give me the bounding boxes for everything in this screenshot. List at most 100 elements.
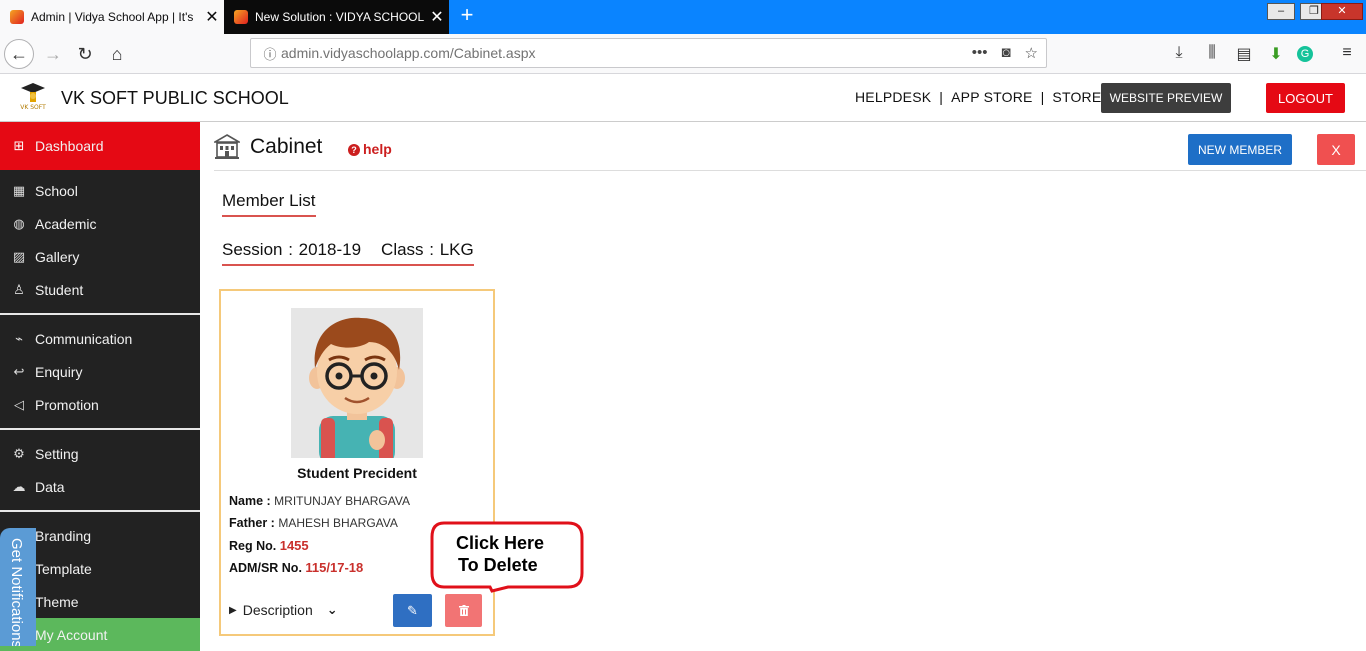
link-separator: | <box>1040 89 1045 105</box>
svg-text:VK SOFT: VK SOFT <box>20 104 46 111</box>
delete-button[interactable] <box>445 594 482 627</box>
member-name: MRITUNJAY BHARGAVA <box>274 494 410 508</box>
sidebar-divider <box>0 313 200 315</box>
sidebar-item-label: Dashboard <box>35 138 104 154</box>
bookmark-star-icon[interactable]: ☆ <box>1025 44 1038 62</box>
sidebar-item-enquiry[interactable]: ↩ Enquiry <box>0 355 200 388</box>
cloud-icon: ☁ <box>12 478 26 494</box>
close-tab-icon[interactable]: ✕ <box>425 7 449 27</box>
pocket-icon[interactable]: ◙ <box>1001 44 1010 62</box>
page-title: Cabinet <box>250 135 323 158</box>
sidebar-toggle-icon[interactable]: ▤ <box>1233 44 1255 64</box>
browser-tab-new-solution[interactable]: New Solution : VIDYA SCHOOL ✕ <box>224 0 449 34</box>
chevron-down-icon: ⌄ <box>326 602 338 617</box>
member-name-row: Name : MRITUNJAY BHARGAVA <box>229 494 410 508</box>
sidebar-item-label: Communication <box>35 330 133 347</box>
reg-no-row: Reg No. 1455 <box>229 538 309 553</box>
sidebar-item-dashboard[interactable]: ⊞ Dashboard <box>0 122 200 170</box>
new-tab-plus-icon[interactable]: + <box>455 4 479 28</box>
gear-icon: ⚙ <box>13 445 25 461</box>
image-icon: ▨ <box>12 248 26 264</box>
store-link[interactable]: STORE <box>1052 89 1101 105</box>
website-preview-button[interactable]: WEBSITE PREVIEW <box>1101 83 1231 113</box>
sidebar-item-label: Academic <box>35 215 97 232</box>
description-toggle[interactable]: ▶ Description ⌄ <box>229 602 338 618</box>
caret-right-icon: ▶ <box>229 604 237 616</box>
helpdesk-link[interactable]: HELPDESK <box>855 89 931 105</box>
sidebar-item-gallery[interactable]: ▨ Gallery <box>0 240 200 273</box>
help-link[interactable]: ? help <box>348 141 392 157</box>
sidebar-item-communication[interactable]: ⌁ Communication <box>0 322 200 355</box>
get-notifications-label: Get Notifications <box>8 538 25 646</box>
sidebar-item-setting[interactable]: ⚙ Setting <box>0 437 200 470</box>
dashboard-icon: ⊞ <box>13 138 25 153</box>
grammarly-icon[interactable]: G <box>1297 46 1313 62</box>
class-label: Class : LKG <box>381 240 474 259</box>
minimize-window-icon[interactable]: – <box>1267 3 1295 20</box>
edit-button[interactable]: ✎ <box>393 594 432 627</box>
tab-title: New Solution : VIDYA SCHOOL <box>255 10 425 24</box>
sidebar-item-promotion[interactable]: ◁ Promotion <box>0 388 200 421</box>
browser-tab-admin[interactable]: Admin | Vidya School App | It's ✕ <box>0 0 224 34</box>
menu-hamburger-icon[interactable]: ≡ <box>1336 44 1358 62</box>
get-notifications-tab[interactable]: Get Notifications <box>0 528 36 646</box>
top-links: HELPDESK | APP STORE | STORE <box>851 89 1105 105</box>
home-icon[interactable]: ⌂ <box>102 39 132 69</box>
browser-tab-strip: Admin | Vidya School App | It's ✕ New So… <box>0 0 1366 34</box>
sidebar-divider <box>0 428 200 430</box>
sidebar-item-label: Student <box>35 281 84 298</box>
click-to-delete-callout: Click Here To Delete <box>430 521 584 593</box>
title-divider <box>214 170 1366 171</box>
reply-icon: ↩ <box>13 363 25 379</box>
library-icon[interactable]: ⫼ <box>1201 44 1223 62</box>
new-member-button[interactable]: NEW MEMBER <box>1188 134 1292 165</box>
sidebar-item-label: Template <box>35 560 92 577</box>
callout-line-1: Click Here <box>456 533 545 553</box>
edit-icon: ✎ <box>407 602 418 618</box>
close-tab-icon[interactable]: ✕ <box>200 7 224 27</box>
page-actions-icon[interactable]: ••• <box>972 44 988 62</box>
megaphone-icon: ◁ <box>14 396 24 412</box>
father-label: Father : <box>229 516 275 530</box>
back-arrow-icon[interactable]: ← <box>4 39 34 69</box>
reg-number: 1455 <box>279 538 309 553</box>
name-label: Name : <box>229 494 271 508</box>
sidebar-item-label: Setting <box>35 445 79 462</box>
sidebar-item-data[interactable]: ☁ Data <box>0 470 200 503</box>
school-name: VK SOFT PUBLIC SCHOOL <box>61 88 289 108</box>
site-info-icon[interactable]: ⓘ <box>259 44 281 63</box>
main-content: Cabinet ? help NEW MEMBER X Member List S… <box>200 122 1366 646</box>
logout-button[interactable]: LOGOUT <box>1266 83 1345 113</box>
site-favicon-icon <box>10 10 24 24</box>
description-label: Description <box>242 602 313 618</box>
sidebar-item-student[interactable]: ♙ Student <box>0 273 200 306</box>
close-window-icon[interactable]: ✕ <box>1321 3 1363 20</box>
sidebar-item-label: Enquiry <box>35 363 83 380</box>
father-name: MAHESH BHARGAVA <box>278 516 398 530</box>
url-bar[interactable]: ⓘ admin.vidyaschoolapp.com/Cabinet.aspx … <box>250 38 1047 68</box>
browser-nav-bar: ← → ↻ ⌂ ⓘ admin.vidyaschoolapp.com/Cabin… <box>0 34 1366 74</box>
student-icon: ♙ <box>13 281 25 297</box>
url-path: /Cabinet.aspx <box>449 45 536 61</box>
adm-no-row: ADM/SR No. 115/17-18 <box>229 560 363 575</box>
member-list-heading: Member List <box>222 191 316 217</box>
forward-arrow-icon[interactable]: → <box>38 39 68 69</box>
sidebar-item-label: My Account <box>35 626 108 643</box>
download-icon[interactable]: ⤓ <box>1168 44 1190 62</box>
reload-icon[interactable]: ↻ <box>70 39 100 69</box>
app-store-link[interactable]: APP STORE <box>951 89 1032 105</box>
adm-label: ADM/SR No. <box>229 561 302 575</box>
sidebar-item-school[interactable]: ▦ School <box>0 174 200 207</box>
app-header: VK SOFT VK SOFT PUBLIC SCHOOL HELPDESK | A… <box>0 74 1366 122</box>
father-name-row: Father : MAHESH BHARGAVA <box>229 516 398 530</box>
close-button[interactable]: X <box>1317 134 1355 165</box>
member-photo <box>291 308 423 458</box>
sidebar-item-academic[interactable]: ◍ Academic <box>0 207 200 240</box>
sidebar-item-label: Branding <box>35 527 92 544</box>
sidebar-divider <box>0 510 200 512</box>
extension-download-icon[interactable]: ⬇ <box>1265 44 1287 64</box>
reg-label: Reg No. <box>229 539 277 553</box>
url-host: admin.vidyaschoolapp.com <box>281 45 450 61</box>
sidebar-item-label: Data <box>35 478 65 495</box>
building-icon <box>214 134 240 159</box>
